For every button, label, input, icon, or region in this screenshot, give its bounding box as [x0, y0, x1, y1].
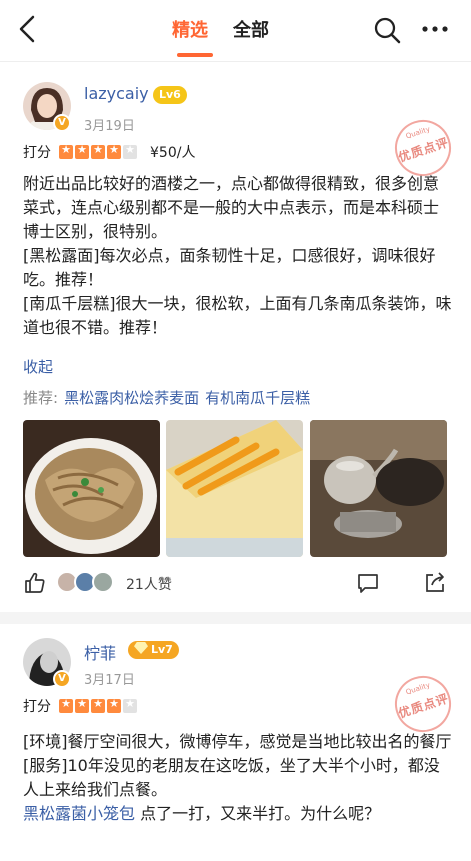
recommended-dishes: 推荐: 黑松露肉松烩荞麦面 有机南瓜千层糕 [23, 387, 310, 408]
tab-featured[interactable]: 精选 [172, 16, 208, 42]
star-icon [75, 143, 89, 159]
review-paragraph: 附近出品比较好的酒楼之一，点心都做得很精致，很多创意菜式，连点心级别都不是一般的… [23, 174, 440, 241]
star-icon [59, 697, 73, 713]
like-icon[interactable] [23, 571, 47, 595]
tab-all[interactable]: 全部 [233, 16, 269, 42]
level-badge: Lv7 [128, 641, 179, 659]
star-rating [59, 143, 139, 159]
review-date: 3月19日 [84, 119, 135, 134]
star-icon [75, 697, 89, 713]
review-paragraph: 黑松露菌小笼包 点了一打，又来半打。为什么呢？ [23, 804, 381, 823]
recommended-dish-link[interactable]: 有机南瓜千层糕 [205, 389, 310, 407]
diamond-icon [134, 642, 148, 654]
price-per-person: ¥50/人 [150, 145, 196, 161]
review-photos [23, 420, 447, 557]
review-paragraph: [服务]10年没见的老朋友在这吃饭，坐了大半个小时，都没人上来给我们点餐。 [23, 756, 440, 799]
level-badge: Lv6 [153, 86, 187, 104]
score-label: 打分 [23, 699, 51, 715]
star-icon [123, 143, 137, 159]
comment-icon[interactable] [356, 571, 380, 595]
liker-avatar[interactable] [92, 571, 114, 593]
review-date: 3月17日 [84, 673, 135, 688]
star-icon [107, 143, 121, 159]
search-icon[interactable] [372, 15, 402, 45]
star-icon [91, 143, 105, 159]
star-icon [59, 143, 73, 159]
quality-review-stamp: 优质点评 Quality [387, 668, 459, 740]
photo-noodles[interactable] [23, 420, 160, 557]
recommended-dish-link[interactable]: 黑松露肉松烩荞麦面 [64, 389, 199, 407]
like-count[interactable]: 21人赞 [126, 574, 172, 594]
collapse-link[interactable]: 收起 [23, 356, 53, 377]
username[interactable]: 柠菲 [84, 640, 116, 664]
score-label: 打分 [23, 145, 51, 161]
top-bar: 精选 全部 [0, 0, 471, 62]
back-arrow-icon[interactable] [14, 14, 44, 44]
review-paragraph: [黑松露面]每次必点，面条韧性十足，口感很好，调味很好吃。推荐！ [23, 246, 436, 289]
star-rating [59, 697, 139, 713]
share-icon[interactable] [423, 570, 447, 594]
star-icon [123, 697, 137, 713]
verified-badge-icon: V [53, 114, 71, 132]
photo-teapot[interactable] [310, 420, 447, 557]
review-paragraph: [南瓜千层糕]很大一块，很松软，上面有几条南瓜条装饰，味道也很不错。推荐！ [23, 294, 452, 337]
review-paragraph: [环境]餐厅空间很大，微博停车，感觉是当地比较出名的餐厅 [23, 732, 452, 751]
review-text: [环境]餐厅空间很大，微博停车，感觉是当地比较出名的餐厅 [服务]10年没见的老… [23, 730, 453, 826]
star-icon [91, 697, 105, 713]
review-actions: 21人赞 [0, 568, 471, 602]
username[interactable]: lazycaiy [84, 84, 149, 103]
star-icon [107, 697, 121, 713]
section-divider [0, 612, 471, 624]
active-tab-indicator [177, 53, 213, 57]
more-icon[interactable] [420, 16, 450, 42]
verified-badge-icon: V [53, 670, 71, 688]
review-card: V 柠菲 Lv7 3月17日 优质点评 Quality 打分 [环境]餐厅空间很… [0, 624, 471, 861]
review-text: 附近出品比较好的酒楼之一，点心都做得很精致，很多创意菜式，连点心级别都不是一般的… [23, 172, 453, 340]
dish-link[interactable]: 黑松露菌小笼包 [23, 804, 135, 823]
recommend-label: 推荐: [23, 389, 59, 407]
photo-pumpkin-cake[interactable] [166, 420, 303, 557]
